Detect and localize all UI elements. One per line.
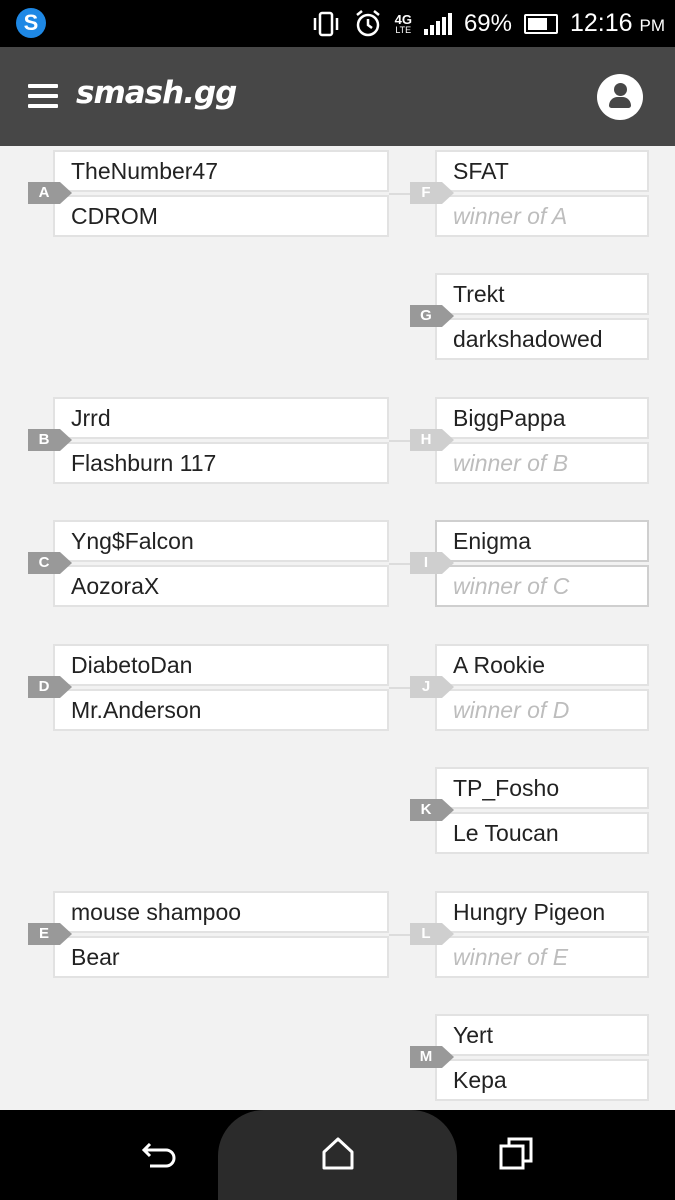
bracket-connector <box>389 934 410 936</box>
player-slot[interactable]: A Rookie <box>435 644 649 686</box>
home-icon[interactable] <box>318 1134 358 1174</box>
player-slot[interactable]: SFAT <box>435 150 649 192</box>
player-slot[interactable]: TheNumber47 <box>53 150 389 192</box>
smashgg-logo[interactable]: smash.gg <box>76 75 237 111</box>
player-slot[interactable]: darkshadowed <box>435 318 649 360</box>
back-icon[interactable] <box>140 1134 180 1174</box>
player-slot[interactable]: BiggPappa <box>435 397 649 439</box>
match-id-tag: A <box>28 182 72 204</box>
battery-percent: 69% <box>463 9 512 37</box>
pending-slot[interactable]: winner of D <box>435 689 649 731</box>
match-id-tag: H <box>410 429 454 451</box>
player-slot[interactable]: Trekt <box>435 273 649 315</box>
player-slot[interactable]: AozoraX <box>53 565 389 607</box>
navigation-bar <box>0 1110 675 1200</box>
vibrate-icon <box>313 11 338 36</box>
player-slot[interactable]: Kepa <box>435 1059 649 1101</box>
signal-icon <box>423 12 452 35</box>
match-id-tag: F <box>410 182 454 204</box>
player-slot[interactable]: Enigma <box>435 520 649 562</box>
status-bar: S 4G LTE 69% 12:16 PM <box>0 0 675 47</box>
network-indicator: 4G LTE <box>395 13 412 35</box>
app-notification-icon: S <box>16 8 46 38</box>
player-slot[interactable]: Hungry Pigeon <box>435 891 649 933</box>
clock: 12:16 PM <box>570 9 665 38</box>
network-type: 4G <box>394 11 412 27</box>
match-id-tag: G <box>410 305 454 327</box>
match-id-tag: D <box>28 676 72 698</box>
match-id-tag: B <box>28 429 72 451</box>
status-icons: 4G LTE 69% 12:16 PM <box>311 0 665 47</box>
alarm-icon <box>355 9 380 36</box>
pending-slot[interactable]: winner of A <box>435 195 649 237</box>
bracket-connector <box>389 193 410 195</box>
pending-slot[interactable]: winner of E <box>435 936 649 978</box>
match-id-tag: K <box>410 799 454 821</box>
bracket-connector <box>389 687 410 689</box>
match-id-tag: L <box>410 923 454 945</box>
bracket-connector <box>389 563 410 565</box>
bracket-connector <box>389 440 410 442</box>
app-bar: smash.gg <box>0 47 675 146</box>
player-slot[interactable]: Flashburn 117 <box>53 442 389 484</box>
clock-time: 12:16 <box>569 9 633 37</box>
player-slot[interactable]: Bear <box>53 936 389 978</box>
player-slot[interactable]: Yert <box>435 1014 649 1056</box>
player-slot[interactable]: Mr.Anderson <box>53 689 389 731</box>
match-id-tag: I <box>410 552 454 574</box>
battery-icon <box>523 13 558 34</box>
pending-slot[interactable]: winner of C <box>435 565 649 607</box>
match-id-tag: M <box>410 1046 454 1068</box>
network-subtype: LTE <box>395 24 412 35</box>
player-slot[interactable]: DiabetoDan <box>53 644 389 686</box>
user-icon[interactable] <box>597 74 643 120</box>
bracket-view[interactable]: TheNumber47 CDROM A Jrrd Flashburn 117 B Yng$F… <box>0 146 675 1110</box>
match-id-tag: C <box>28 552 72 574</box>
player-slot[interactable]: TP_Fosho <box>435 767 649 809</box>
player-slot[interactable]: Jrrd <box>53 397 389 439</box>
clock-suffix: PM <box>639 16 666 35</box>
hamburger-menu-icon[interactable] <box>28 84 58 108</box>
match-id-tag: J <box>410 676 454 698</box>
player-slot[interactable]: CDROM <box>53 195 389 237</box>
player-slot[interactable]: mouse shampoo <box>53 891 389 933</box>
player-slot[interactable]: Yng$Falcon <box>53 520 389 562</box>
match-id-tag: E <box>28 923 72 945</box>
pending-slot[interactable]: winner of B <box>435 442 649 484</box>
player-slot[interactable]: Le Toucan <box>435 812 649 854</box>
recents-icon[interactable] <box>497 1134 537 1174</box>
